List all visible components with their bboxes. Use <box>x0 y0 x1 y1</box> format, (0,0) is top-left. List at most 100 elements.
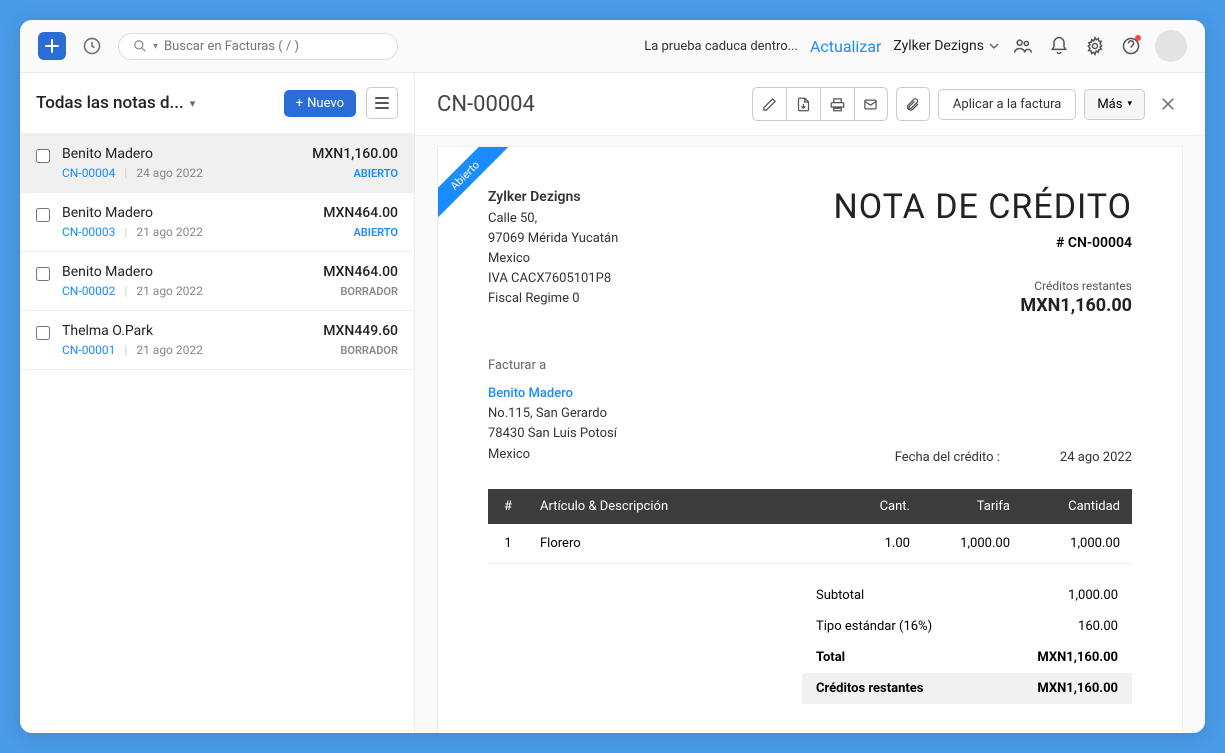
detail-pane: CN-00004 Aplicar a la factura Más ▾ <box>415 73 1205 733</box>
col-rate: Tarifa <box>922 489 1022 524</box>
sidebar: Todas las notas d... ▾ + Nuevo Benito Ma… <box>20 73 415 733</box>
note-date: 21 ago 2022 <box>136 225 203 239</box>
col-qty: Cant. <box>842 489 922 524</box>
note-item[interactable]: Thelma O.Park MXN449.60 CN-00001 | 21 ag… <box>20 311 414 370</box>
customer-link[interactable]: Benito Madero <box>488 384 617 404</box>
attachment-button[interactable] <box>896 87 930 121</box>
totals-value: MXN1,160.00 <box>1037 650 1118 665</box>
totals-row: Créditos restantes MXN1,160.00 <box>802 673 1132 704</box>
search-dropdown-caret[interactable]: ▾ <box>153 41 158 52</box>
note-checkbox[interactable] <box>36 208 50 222</box>
bill-to-line1: No.115, San Gerardo <box>488 404 617 424</box>
note-item[interactable]: Benito Madero MXN1,160.00 CN-00004 | 24 … <box>20 134 414 193</box>
note-status: ABIERTO <box>353 167 398 180</box>
search-container[interactable]: ▾ <box>118 33 398 60</box>
notifications-button[interactable] <box>1047 34 1071 58</box>
paperclip-icon <box>905 97 920 112</box>
search-input[interactable] <box>164 39 383 54</box>
cell-desc: Florero <box>528 524 842 564</box>
detail-header: CN-00004 Aplicar a la factura Más ▾ <box>415 73 1205 136</box>
note-customer: Benito Madero <box>62 205 153 221</box>
bill-to-label: Facturar a <box>488 356 617 376</box>
totals-row: Subtotal 1,000.00 <box>802 580 1132 611</box>
note-id-link[interactable]: CN-00003 <box>62 225 115 239</box>
note-checkbox[interactable] <box>36 326 50 340</box>
note-checkbox[interactable] <box>36 267 50 281</box>
pencil-icon <box>762 97 777 112</box>
bill-to-line2: 78430 San Luis Potosí <box>488 424 617 444</box>
company-line2: 97069 Mérida Yucatán <box>488 229 618 249</box>
quick-add-button[interactable] <box>38 32 66 60</box>
new-button-label: Nuevo <box>307 96 344 111</box>
table-header-row: # Artículo & Descripción Cant. Tarifa Ca… <box>488 489 1132 524</box>
status-ribbon: Abierto <box>438 147 518 227</box>
note-customer: Benito Madero <box>62 146 153 162</box>
sidebar-title-dropdown[interactable]: Todas las notas d... ▾ <box>36 93 274 113</box>
note-status: ABIERTO <box>353 226 398 239</box>
note-status: BORRADOR <box>340 285 398 298</box>
document-number: # CN-00004 <box>833 235 1132 251</box>
edit-button[interactable] <box>752 87 786 121</box>
history-icon <box>82 36 102 56</box>
note-checkbox[interactable] <box>36 149 50 163</box>
document-header: Zylker Dezigns Calle 50, 97069 Mérida Yu… <box>488 187 1132 316</box>
app-window: ▾ La prueba caduca dentro... Actualizar … <box>20 20 1205 733</box>
note-id-link[interactable]: CN-00001 <box>62 343 115 357</box>
note-amount: MXN464.00 <box>323 264 398 280</box>
help-button[interactable] <box>1119 34 1143 58</box>
history-button[interactable] <box>78 32 106 60</box>
note-date: 21 ago 2022 <box>136 284 203 298</box>
bill-section: Facturar a Benito Madero No.115, San Ger… <box>488 356 1132 465</box>
settings-button[interactable] <box>1083 34 1107 58</box>
cell-rate: 1,000.00 <box>922 524 1022 564</box>
note-amount: MXN1,160.00 <box>312 146 398 162</box>
bill-to-line3: Mexico <box>488 445 617 465</box>
more-button[interactable]: Más ▾ <box>1084 89 1145 120</box>
note-item[interactable]: Benito Madero MXN464.00 CN-00002 | 21 ag… <box>20 252 414 311</box>
document-icon <box>796 97 811 112</box>
document-type: NOTA DE CRÉDITO <box>833 187 1132 227</box>
topbar: ▾ La prueba caduca dentro... Actualizar … <box>20 20 1205 73</box>
close-button[interactable] <box>1153 95 1183 113</box>
note-id-link[interactable]: CN-00004 <box>62 166 115 180</box>
main-area: Todas las notas d... ▾ + Nuevo Benito Ma… <box>20 73 1205 733</box>
note-amount: MXN464.00 <box>323 205 398 221</box>
table-row: 1 Florero 1.00 1,000.00 1,000.00 <box>488 524 1132 564</box>
action-button-group <box>752 87 888 121</box>
mail-icon <box>863 97 878 112</box>
users-icon-button[interactable] <box>1011 34 1035 58</box>
trial-upgrade-link[interactable]: Actualizar <box>810 37 881 56</box>
detail-body: Abierto Zylker Dezigns Calle 50, 97069 M… <box>415 136 1205 733</box>
cell-qty: 1.00 <box>842 524 922 564</box>
company-line4: IVA CACX7605101P8 <box>488 269 618 289</box>
bill-to: Facturar a Benito Madero No.115, San Ger… <box>488 356 617 465</box>
col-amount: Cantidad <box>1022 489 1132 524</box>
note-amount: MXN449.60 <box>323 323 398 339</box>
avatar[interactable] <box>1155 30 1187 62</box>
credit-date-value: 24 ago 2022 <box>1060 450 1132 465</box>
new-button[interactable]: + Nuevo <box>284 90 356 117</box>
chevron-down-icon: ▾ <box>190 97 196 110</box>
search-icon <box>133 39 147 53</box>
print-button[interactable] <box>820 87 854 121</box>
note-item[interactable]: Benito Madero MXN464.00 CN-00003 | 21 ag… <box>20 193 414 252</box>
note-id-link[interactable]: CN-00002 <box>62 284 115 298</box>
plus-icon <box>45 39 59 53</box>
more-button-label: Más <box>1097 97 1122 112</box>
totals-label: Subtotal <box>816 588 864 603</box>
pdf-button[interactable] <box>786 87 820 121</box>
org-selector[interactable]: Zylker Dezigns <box>893 38 999 54</box>
users-icon <box>1013 36 1033 56</box>
org-name-label: Zylker Dezigns <box>893 38 984 54</box>
sidebar-title-text: Todas las notas d... <box>36 93 184 113</box>
note-date: 24 ago 2022 <box>136 166 203 180</box>
list-menu-button[interactable] <box>366 87 398 119</box>
notification-dot <box>1135 35 1141 41</box>
email-button[interactable] <box>854 87 888 121</box>
totals-label: Créditos restantes <box>816 681 923 696</box>
apply-to-invoice-button[interactable]: Aplicar a la factura <box>938 89 1076 120</box>
trial-text: La prueba caduca dentro... <box>644 39 798 54</box>
totals-value: 1,000.00 <box>1068 588 1118 603</box>
cell-amount: 1,000.00 <box>1022 524 1132 564</box>
totals-value: MXN1,160.00 <box>1037 681 1118 696</box>
